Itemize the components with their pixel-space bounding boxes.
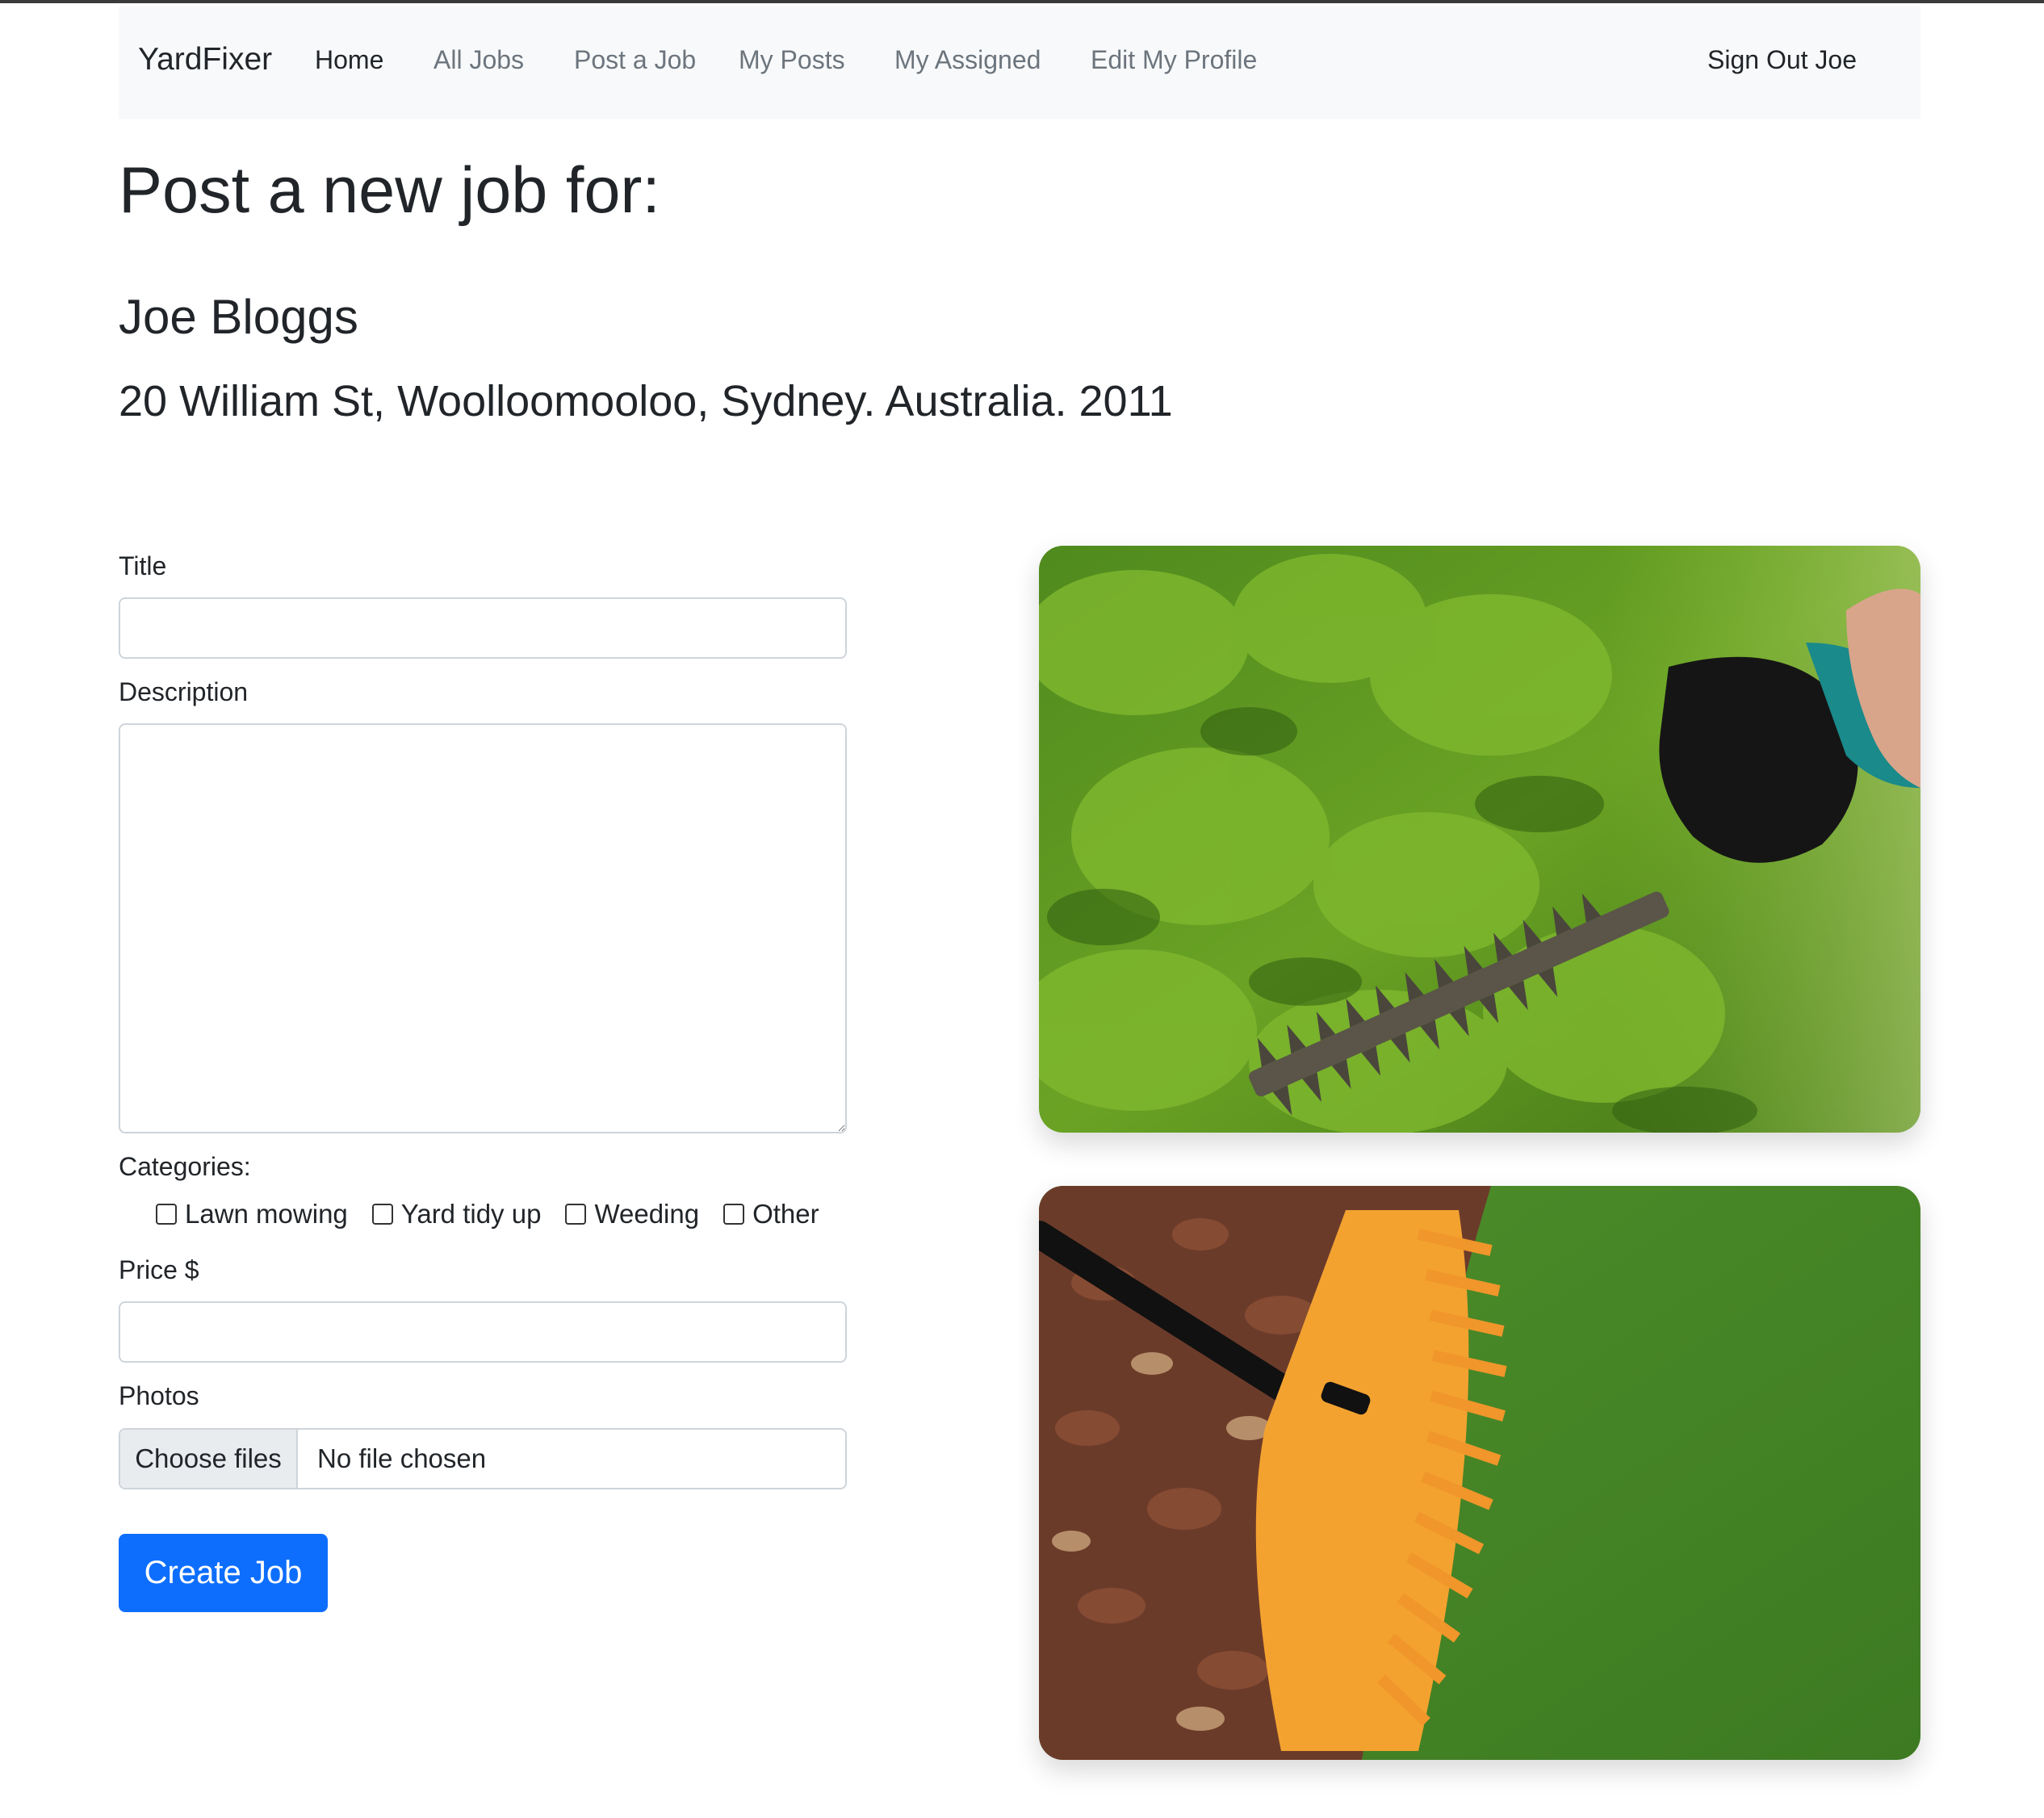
hedge-trimmer-image: [1039, 546, 1920, 1133]
description-textarea[interactable]: [119, 723, 847, 1133]
choose-files-button[interactable]: Choose files: [120, 1430, 298, 1488]
customer-address: 20 William St, Woolloomooloo, Sydney. Au…: [119, 377, 1173, 425]
top-border: [0, 0, 2044, 3]
checkbox[interactable]: [565, 1203, 587, 1225]
category-lawn-mowing[interactable]: Lawn mowing: [156, 1200, 348, 1227]
categories-group: Lawn mowing Yard tidy up Weeding Other: [156, 1200, 844, 1227]
checkbox-label: Weeding: [594, 1199, 700, 1229]
category-yard-tidy-up[interactable]: Yard tidy up: [371, 1199, 542, 1229]
price-label: Price $: [119, 1255, 199, 1284]
customer-name: Joe Bloggs: [119, 290, 358, 344]
checkbox-label: Other: [752, 1199, 819, 1229]
description-label: Description: [119, 677, 249, 706]
price-input[interactable]: [119, 1301, 847, 1363]
title-input[interactable]: [119, 597, 847, 659]
checkbox[interactable]: [371, 1203, 393, 1225]
category-other[interactable]: Other: [723, 1200, 819, 1227]
checkbox-label: Lawn mowing: [185, 1199, 348, 1229]
navbar: YardFixer Home All Jobs Post a Job My Po…: [119, 6, 1920, 119]
nav-home[interactable]: Home: [315, 47, 383, 73]
photos-file-input[interactable]: Choose files No file chosen: [119, 1428, 847, 1489]
checkbox[interactable]: [156, 1203, 177, 1225]
file-status: No file chosen: [317, 1443, 487, 1473]
checkbox[interactable]: [723, 1203, 745, 1225]
nav-post-a-job[interactable]: Post a Job: [574, 47, 696, 73]
checkbox-label: Yard tidy up: [400, 1199, 542, 1229]
leaf-rake-image: [1039, 1186, 1920, 1760]
title-label: Title: [119, 551, 167, 580]
page-title: Post a new job for:: [119, 154, 660, 227]
nav-edit-profile[interactable]: Edit My Profile: [1091, 47, 1257, 73]
photos-label: Photos: [119, 1381, 199, 1410]
sign-out-link[interactable]: Sign Out Joe: [1707, 47, 1857, 73]
nav-my-posts[interactable]: My Posts: [739, 47, 845, 73]
nav-all-jobs[interactable]: All Jobs: [434, 47, 524, 73]
brand-logo[interactable]: YardFixer: [138, 44, 272, 75]
create-job-button[interactable]: Create Job: [119, 1534, 328, 1612]
nav-my-assigned[interactable]: My Assigned: [894, 47, 1041, 73]
categories-label: Categories:: [119, 1152, 251, 1181]
category-weeding[interactable]: Weeding: [565, 1200, 699, 1227]
